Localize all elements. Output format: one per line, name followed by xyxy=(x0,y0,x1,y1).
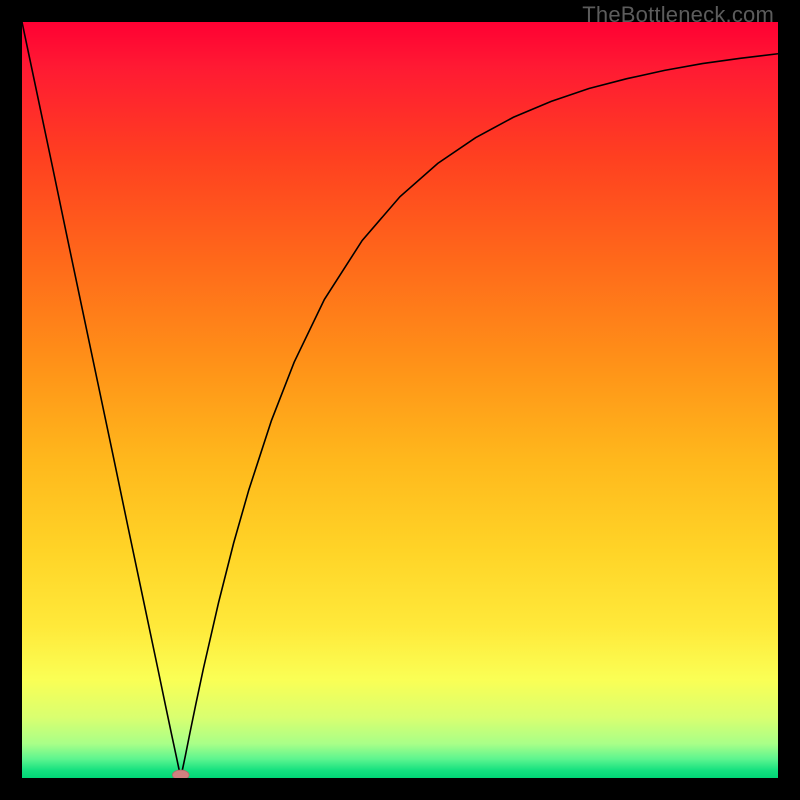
minimum-marker xyxy=(172,770,189,778)
chart-plot xyxy=(22,22,778,778)
chart-background xyxy=(22,22,778,778)
watermark-text: TheBottleneck.com xyxy=(582,2,774,28)
chart-frame xyxy=(22,22,778,778)
